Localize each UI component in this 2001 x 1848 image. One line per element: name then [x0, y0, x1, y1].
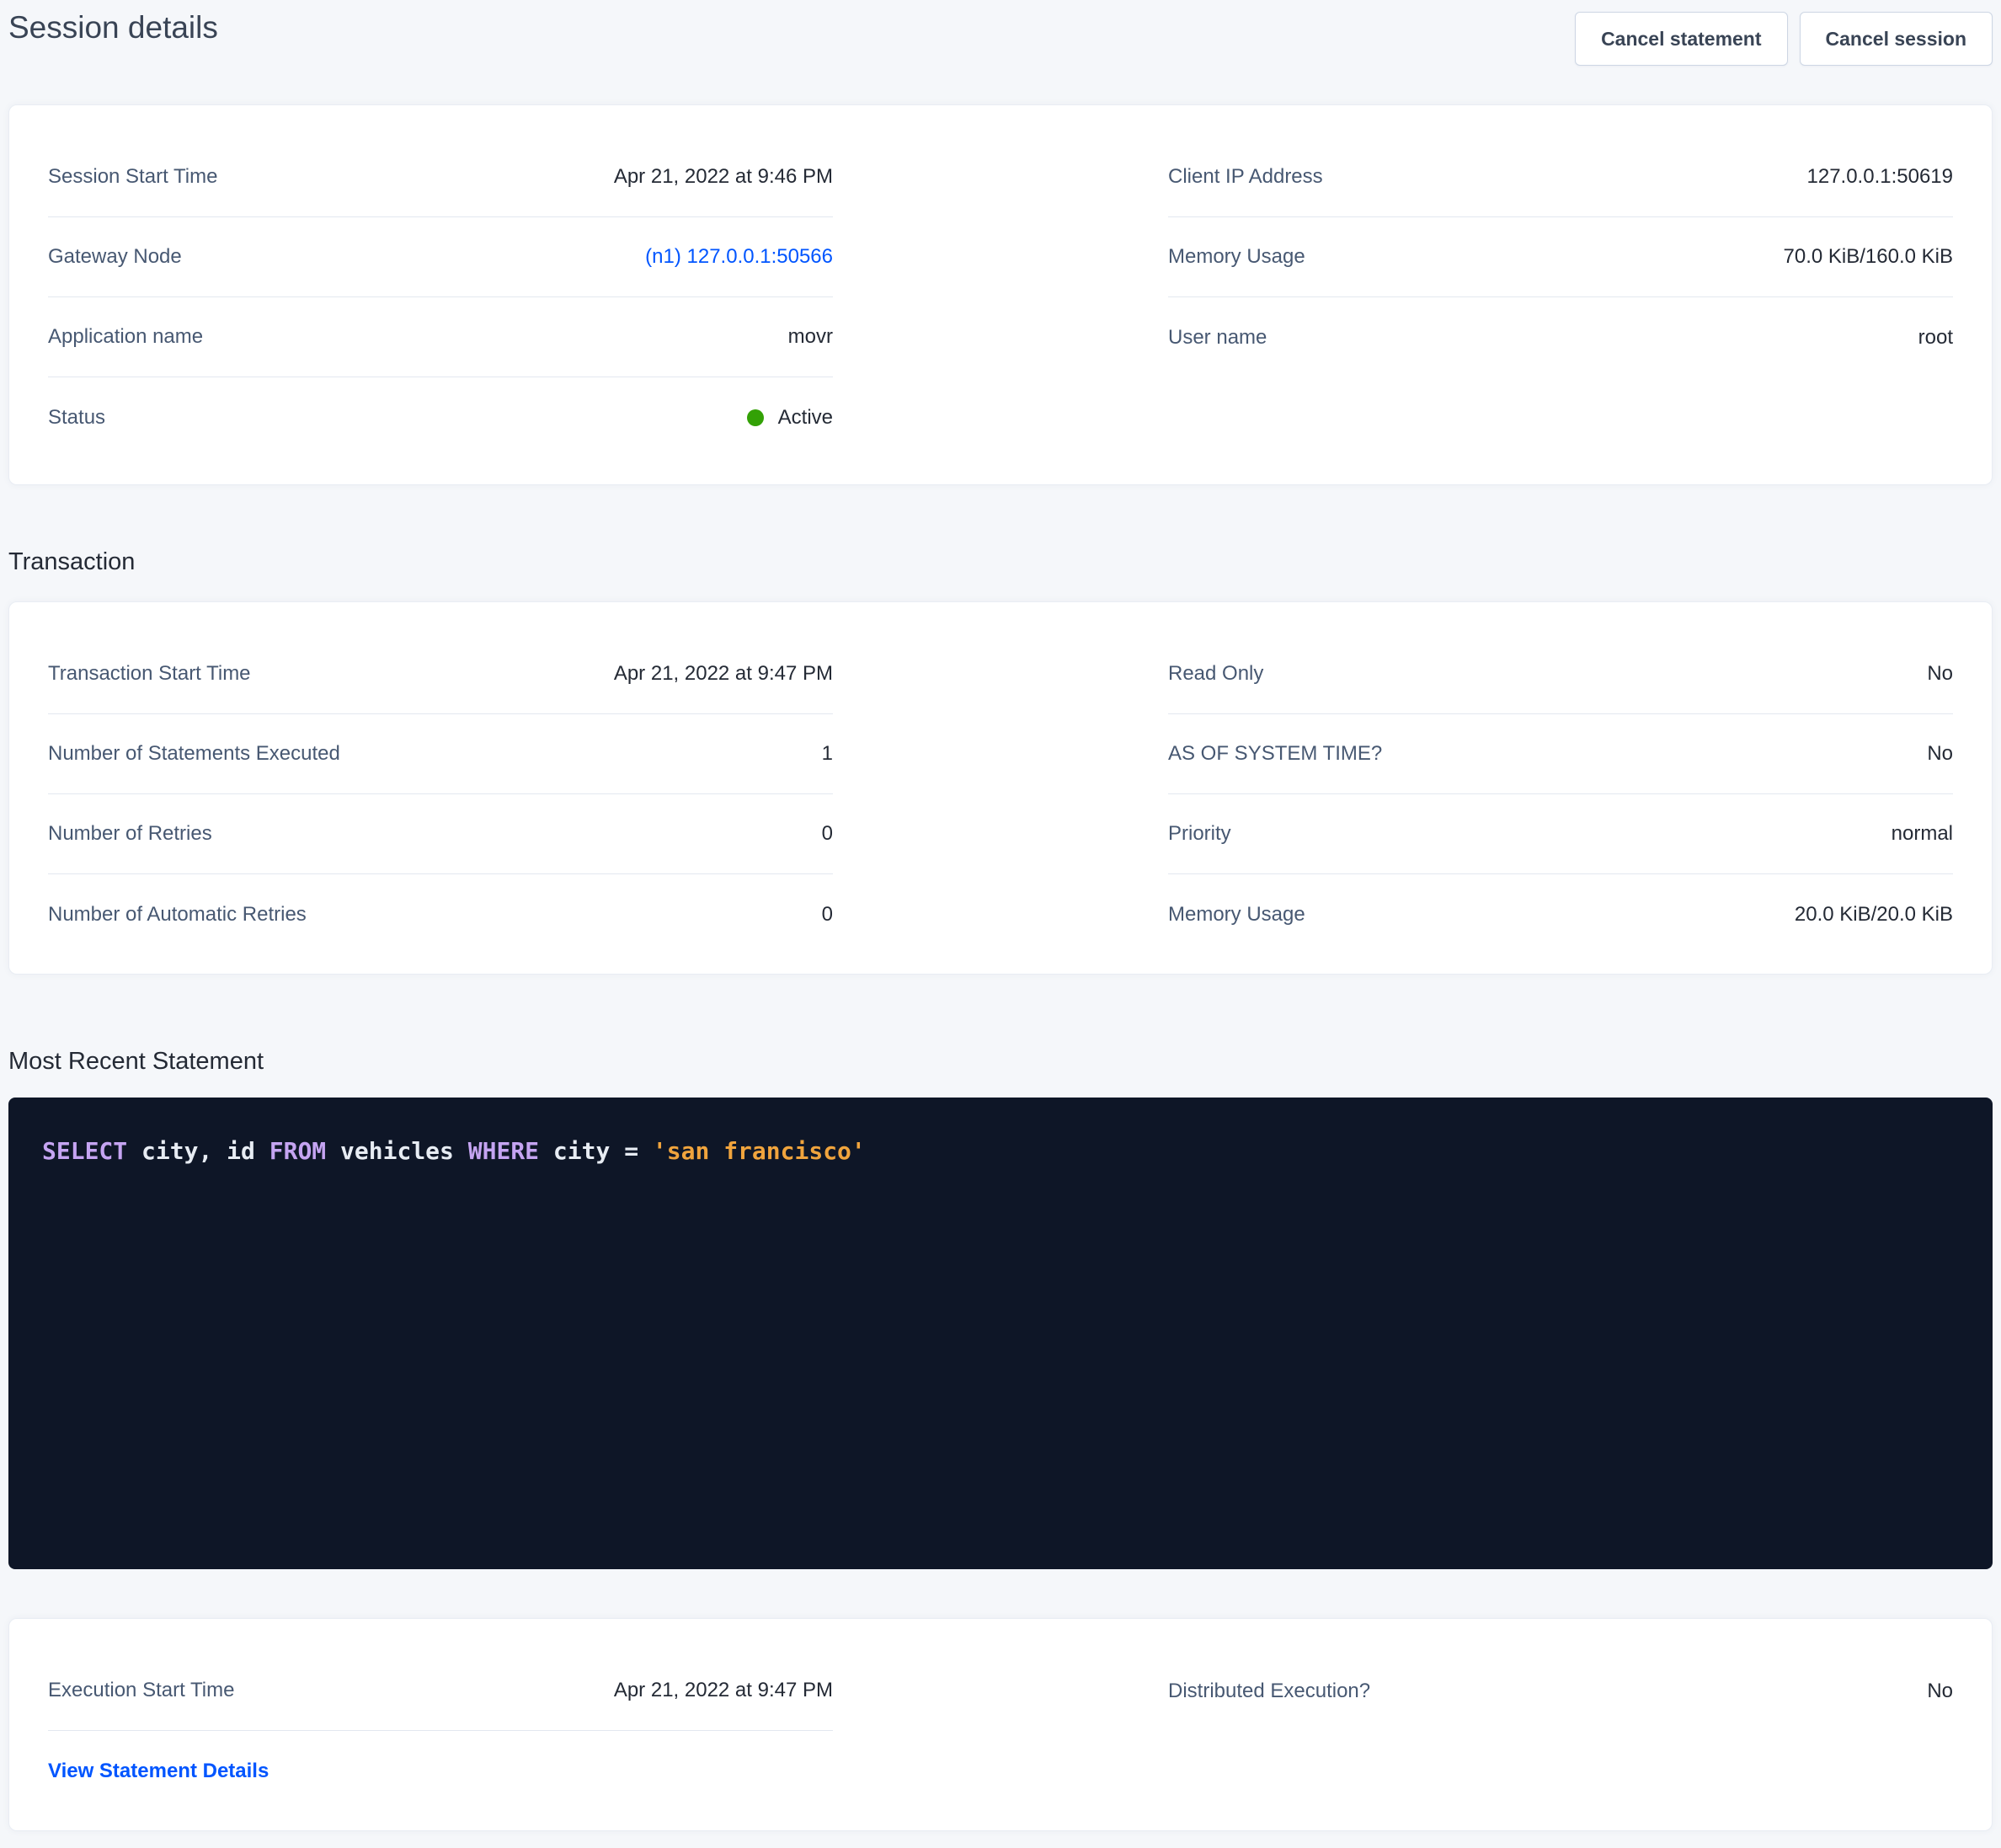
session-start-time-row: Session Start Time Apr 21, 2022 at 9:46 … — [48, 137, 833, 217]
row-label: Transaction Start Time — [48, 662, 251, 686]
cancel-session-button[interactable]: Cancel session — [1800, 12, 1993, 66]
row-value: Apr 21, 2022 at 9:47 PM — [614, 662, 833, 686]
sql-token-keyword: WHERE — [468, 1137, 539, 1165]
number-of-retries-row: Number of Retries 0 — [48, 794, 833, 874]
row-label: Number of Automatic Retries — [48, 903, 307, 927]
application-name-row: Application name movr — [48, 297, 833, 377]
gateway-node-row: Gateway Node (n1) 127.0.0.1:50566 — [48, 217, 833, 297]
row-value: No — [1927, 662, 1953, 686]
transaction-card: Transaction Start Time Apr 21, 2022 at 9… — [8, 601, 1993, 975]
row-value: Apr 21, 2022 at 9:47 PM — [614, 1679, 833, 1702]
row-label: Number of Retries — [48, 822, 212, 846]
page-header: Session details Cancel statement Cancel … — [8, 7, 1993, 66]
statements-executed-row: Number of Statements Executed 1 — [48, 714, 833, 794]
view-statement-details-row: View Statement Details — [48, 1731, 833, 1811]
status-badge: Active — [747, 406, 833, 430]
row-value: 0 — [822, 822, 833, 846]
row-value: root — [1918, 326, 1953, 350]
automatic-retries-row: Number of Automatic Retries 0 — [48, 874, 833, 954]
as-of-system-time-row: AS OF SYSTEM TIME? No — [1168, 714, 1953, 794]
row-label: Status — [48, 406, 105, 430]
sql-token-plain: vehicles — [326, 1137, 468, 1165]
session-card-right-column: Client IP Address 127.0.0.1:50619 Memory… — [1168, 137, 1953, 484]
status-row: Status Active — [48, 377, 833, 457]
row-value: movr — [788, 325, 833, 349]
user-name-row: User name root — [1168, 297, 1953, 377]
row-label: Number of Statements Executed — [48, 742, 340, 766]
row-value: No — [1927, 742, 1953, 766]
transaction-section-heading: Transaction — [8, 547, 1993, 576]
row-value: No — [1927, 1680, 1953, 1703]
row-label: Session Start Time — [48, 165, 217, 189]
execution-card: Execution Start Time Apr 21, 2022 at 9:4… — [8, 1618, 1993, 1831]
sql-statement: SELECT city, id FROM vehicles WHERE city… — [42, 1135, 1959, 1168]
sql-token-keyword: FROM — [269, 1137, 326, 1165]
session-details-page: Session details Cancel statement Cancel … — [0, 0, 2001, 1848]
execution-start-time-row: Execution Start Time Apr 21, 2022 at 9:4… — [48, 1651, 833, 1731]
transaction-card-right-column: Read Only No AS OF SYSTEM TIME? No Prior… — [1168, 634, 1953, 974]
sql-token-string: 'san francisco' — [653, 1137, 866, 1165]
view-statement-details-link[interactable]: View Statement Details — [48, 1760, 269, 1783]
status-active-icon — [747, 409, 764, 426]
priority-row: Priority normal — [1168, 794, 1953, 874]
row-label: Gateway Node — [48, 245, 182, 269]
row-label: Distributed Execution? — [1168, 1680, 1370, 1703]
row-value: 127.0.0.1:50619 — [1807, 165, 1954, 189]
transaction-start-time-row: Transaction Start Time Apr 21, 2022 at 9… — [48, 634, 833, 714]
row-label: Execution Start Time — [48, 1679, 234, 1702]
sql-token-plain: city, id — [127, 1137, 269, 1165]
row-value: 1 — [822, 742, 833, 766]
header-actions: Cancel statement Cancel session — [1575, 7, 1993, 66]
transaction-card-left-column: Transaction Start Time Apr 21, 2022 at 9… — [48, 634, 833, 974]
cancel-statement-button[interactable]: Cancel statement — [1575, 12, 1787, 66]
gateway-node-link[interactable]: (n1) 127.0.0.1:50566 — [645, 245, 833, 269]
execution-card-left-column: Execution Start Time Apr 21, 2022 at 9:4… — [48, 1651, 833, 1830]
execution-card-right-column: Distributed Execution? No — [1168, 1651, 1953, 1830]
page-title: Session details — [8, 7, 218, 47]
read-only-row: Read Only No — [1168, 634, 1953, 714]
row-label: User name — [1168, 326, 1267, 350]
row-label: Read Only — [1168, 662, 1263, 686]
row-label: Client IP Address — [1168, 165, 1323, 189]
status-text: Active — [778, 406, 833, 430]
sql-code-block: SELECT city, id FROM vehicles WHERE city… — [8, 1098, 1993, 1569]
sql-token-plain: city = — [539, 1137, 653, 1165]
row-value: normal — [1892, 822, 1953, 846]
row-label: Memory Usage — [1168, 245, 1305, 269]
client-ip-row: Client IP Address 127.0.0.1:50619 — [1168, 137, 1953, 217]
sql-token-keyword: SELECT — [42, 1137, 127, 1165]
session-card-left-column: Session Start Time Apr 21, 2022 at 9:46 … — [48, 137, 833, 484]
row-value: Apr 21, 2022 at 9:46 PM — [614, 165, 833, 189]
memory-usage-row: Memory Usage 70.0 KiB/160.0 KiB — [1168, 217, 1953, 297]
row-label: Memory Usage — [1168, 903, 1305, 927]
statement-section-heading: Most Recent Statement — [8, 1047, 1993, 1076]
row-label: AS OF SYSTEM TIME? — [1168, 742, 1382, 766]
session-summary-card: Session Start Time Apr 21, 2022 at 9:46 … — [8, 104, 1993, 485]
row-label: Priority — [1168, 822, 1231, 846]
row-value: 0 — [822, 903, 833, 927]
row-value: 20.0 KiB/20.0 KiB — [1795, 903, 1953, 927]
row-value: 70.0 KiB/160.0 KiB — [1784, 245, 1953, 269]
distributed-execution-row: Distributed Execution? No — [1168, 1651, 1953, 1731]
row-label: Application name — [48, 325, 203, 349]
transaction-memory-usage-row: Memory Usage 20.0 KiB/20.0 KiB — [1168, 874, 1953, 954]
